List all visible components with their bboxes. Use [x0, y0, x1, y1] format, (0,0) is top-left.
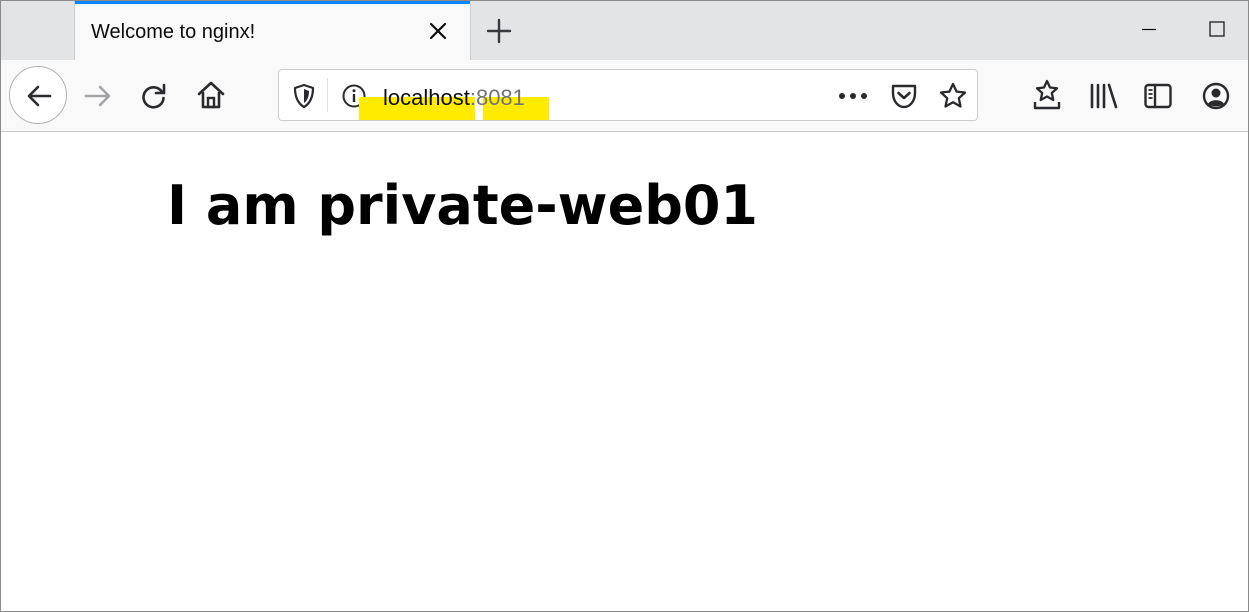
url-port: :8081	[469, 85, 525, 110]
bookmark-star-icon[interactable]	[938, 81, 968, 111]
forward-icon[interactable]	[82, 81, 114, 111]
library-icon[interactable]	[1088, 82, 1120, 110]
close-tab-icon[interactable]	[426, 19, 450, 43]
url-text[interactable]: localhost:8081	[383, 85, 525, 111]
home-icon[interactable]	[195, 79, 227, 111]
tab-strip: Welcome to nginx!	[1, 1, 1248, 60]
back-button[interactable]	[9, 66, 67, 124]
sidebar-icon[interactable]	[1143, 82, 1173, 110]
url-host: localhost	[383, 85, 470, 110]
new-tab-plus-icon[interactable]	[484, 16, 514, 46]
tracking-protection-shield-icon[interactable]	[292, 83, 316, 109]
browser-window: Welcome to nginx! localhost:8081 I am pr…	[0, 0, 1249, 612]
minimize-window-icon[interactable]	[1139, 19, 1159, 39]
tab-title: Welcome to nginx!	[91, 21, 256, 43]
page-actions-ellipsis-icon[interactable]	[837, 90, 871, 102]
url-bar-divider	[327, 78, 328, 112]
back-icon	[27, 85, 52, 107]
tab-active-indicator	[75, 1, 470, 4]
url-bar[interactable]: localhost:8081	[278, 69, 978, 121]
reload-icon[interactable]	[139, 81, 169, 111]
account-icon[interactable]	[1201, 81, 1231, 111]
tab-active[interactable]: Welcome to nginx!	[74, 1, 471, 60]
maximize-window-icon[interactable]	[1207, 19, 1227, 39]
navigation-toolbar: localhost:8081	[1, 60, 1248, 132]
pocket-icon[interactable]	[889, 82, 919, 110]
page-content: I am private-web01	[1, 132, 1248, 611]
page-heading: I am private-web01	[167, 174, 758, 237]
bookmarks-toolbar-star-icon[interactable]	[1032, 79, 1062, 111]
